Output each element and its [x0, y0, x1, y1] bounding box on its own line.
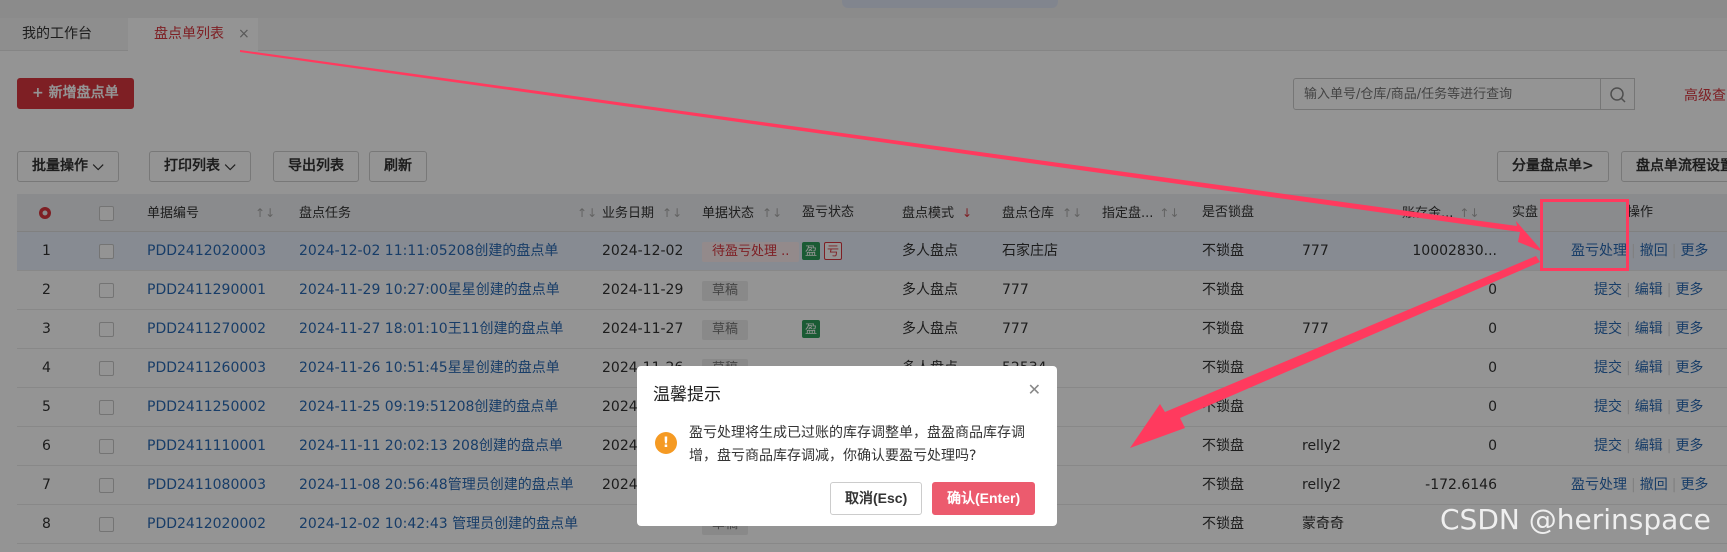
annotation-highlight-box: [1540, 199, 1629, 271]
cancel-button[interactable]: 取消(Esc): [830, 482, 923, 515]
dialog-title: 温馨提示: [653, 385, 721, 405]
dialog-message: 盈亏处理将生成已过账的库存调整单，盘盈商品库存调增，盘亏商品库存调减，你确认要盈…: [689, 425, 1025, 464]
watermark: CSDN @herinspace: [1440, 503, 1711, 536]
confirm-button[interactable]: 确认(Enter): [932, 482, 1036, 515]
confirm-dialog: 温馨提示 ✕ ! 盈亏处理将生成已过账的库存调整单，盘盈商品库存调增，盘亏商品库…: [637, 366, 1057, 526]
warning-icon: !: [655, 432, 677, 454]
annotation-arrow-to-button: [240, 50, 1543, 252]
dialog-close-icon[interactable]: ✕: [1028, 380, 1041, 399]
annotation-arrow-to-dialog: [1130, 256, 1540, 448]
